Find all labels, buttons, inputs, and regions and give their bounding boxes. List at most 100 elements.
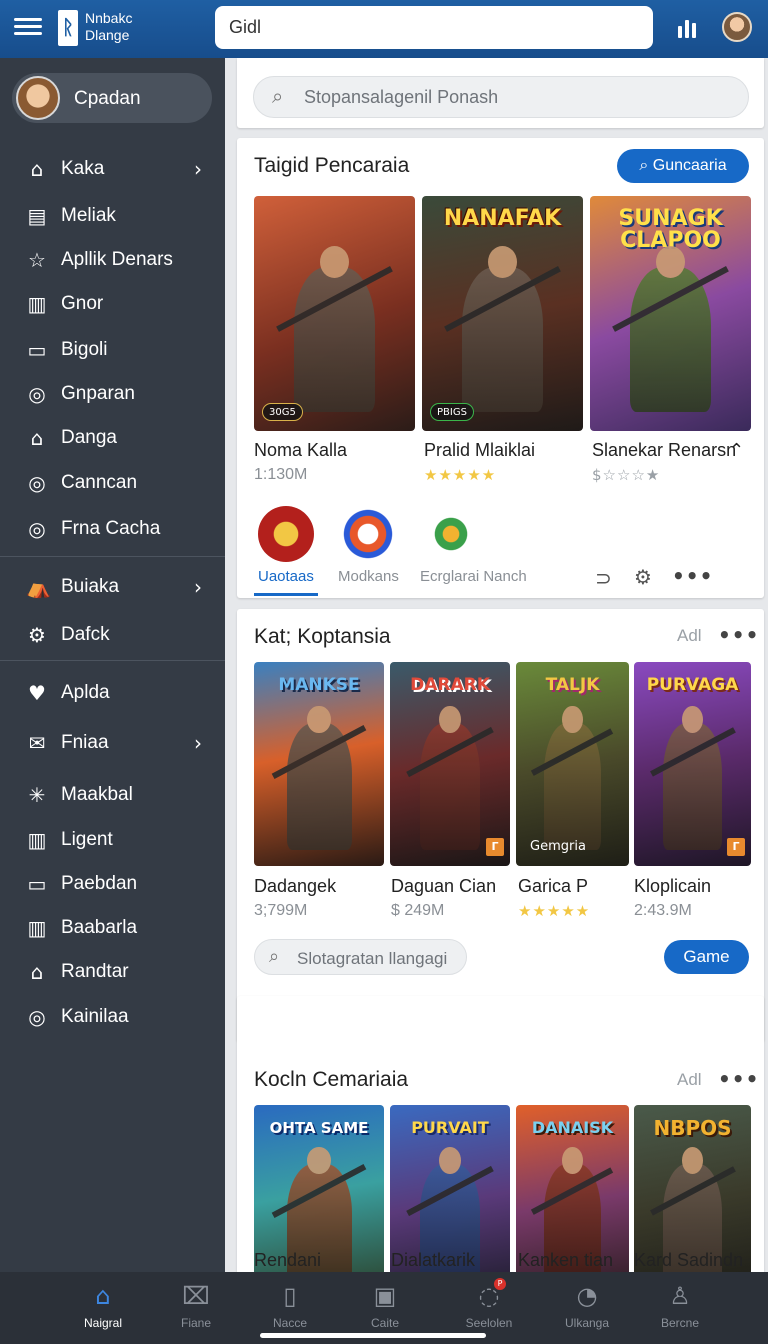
star-icon: ☆ <box>28 248 46 272</box>
brand-name: Nnbakc Dlange <box>85 10 132 44</box>
game-tile[interactable]: PURVAIT <box>390 1105 510 1272</box>
sidebar-item-kainilaa[interactable]: ◎ Kainilaa <box>0 997 225 1037</box>
game-tile[interactable]: DANAISK <box>516 1105 629 1272</box>
game-name[interactable]: Rendani <box>254 1250 321 1271</box>
game-tile[interactable]: NBPOS <box>634 1105 751 1272</box>
game-tile[interactable]: SUNAGK CLAPOO <box>590 196 751 431</box>
gear-icon[interactable]: ⚙ <box>634 565 652 589</box>
menu-icon[interactable] <box>14 14 42 38</box>
character-figure <box>420 705 480 850</box>
tab-ecrglarai-nanch[interactable]: Ecrglarai Nanch <box>420 568 527 585</box>
sidebar-item-gnparan[interactable]: ◎ Gnparan <box>0 374 225 414</box>
category-icon[interactable] <box>423 506 479 562</box>
chart-icon: ▥ <box>27 292 47 316</box>
game-name[interactable]: Kard Sadindn <box>634 1250 743 1271</box>
cast-icon[interactable]: ⊃ <box>595 566 612 590</box>
sidebar-item-label: Frna Cacha <box>61 518 161 539</box>
profile-pill[interactable]: Cpadan <box>12 73 212 123</box>
sidebar-item-kaka[interactable]: ⌂ Kaka › <box>0 149 225 189</box>
stats-icon[interactable] <box>678 20 700 38</box>
brand-line-2: Dlange <box>85 27 130 43</box>
nav-naigral[interactable]: ⌂ Naigral <box>55 1280 151 1340</box>
game-title-art: NBPOS <box>653 1116 732 1140</box>
search-placeholder: Stopansalagenil Ponash <box>304 87 499 107</box>
game-tile[interactable]: TALJK Gemgria <box>516 662 629 866</box>
sidebar-item-dafck[interactable]: ⚙ Dafck <box>0 615 225 655</box>
game-name[interactable]: Kloplicain <box>634 876 711 897</box>
tab-uaotaas[interactable]: Uaotaas <box>258 568 314 585</box>
sidebar-item-label: Dafck <box>61 624 110 645</box>
monitor-icon: ▭ <box>27 338 47 362</box>
sidebar-item-randtar[interactable]: ⌂ Randtar <box>0 952 225 992</box>
sidebar-item-canncan[interactable]: ◎ Canncan <box>0 463 225 503</box>
sidebar-item-buiaka[interactable]: ⛺ Buiaka › <box>0 567 225 607</box>
sidebar-item-gnor[interactable]: ▥ Gnor <box>0 284 225 324</box>
chevron-up-icon[interactable]: ⌃ <box>729 440 744 461</box>
section-recommended-body: Kocln Cemariaia Adl ••• OHTA SAME PURVAI… <box>237 1054 764 1272</box>
game-tile[interactable]: NANAFAK PBIGS <box>422 196 583 431</box>
game-tile[interactable]: PURVAGA Г <box>634 662 751 866</box>
see-all-link[interactable]: Adl <box>677 626 702 646</box>
sidebar-item-ligent[interactable]: ▥ Ligent <box>0 820 225 860</box>
sidebar-item-apllik-denars[interactable]: ☆ Apllik Denars <box>0 240 225 280</box>
category-icon[interactable] <box>340 506 396 562</box>
content-search-input[interactable]: ⌕ Stopansalagenil Ponash <box>253 76 749 118</box>
game-name[interactable]: Pralid Mlaiklai <box>424 440 535 461</box>
avatar[interactable] <box>722 12 752 42</box>
nav-fiane[interactable]: ⌧ Fiane <box>148 1280 244 1340</box>
sidebar-item-maakbal[interactable]: ✳ Maakbal <box>0 775 225 815</box>
sidebar-item-frna-cacha[interactable]: ◎ Frna Cacha <box>0 509 225 549</box>
nav-nacce[interactable]: ▯ Nacce <box>242 1280 338 1340</box>
nav-bercne[interactable]: ♙ Bercne <box>632 1280 728 1340</box>
game-title-art: DANAISK <box>531 1118 614 1137</box>
see-all-link[interactable]: Adl <box>677 1070 702 1090</box>
sidebar-item-label: Gnparan <box>61 383 135 404</box>
sidebar-item-paebdan[interactable]: ▭ Paebdan <box>0 864 225 904</box>
game-name[interactable]: Slanekar Renarsn <box>592 440 736 461</box>
game-button[interactable]: Game <box>664 940 749 974</box>
sidebar-item-meliak[interactable]: ▤ Meliak <box>0 196 225 236</box>
game-tile[interactable]: DARARK Г <box>390 662 510 866</box>
section-featured: Taigid Pencaraia ⌕ Guncaaria 30G5 NANAFA… <box>237 138 764 598</box>
sidebar-item-aplda[interactable]: ♥ Aplda <box>0 673 225 713</box>
game-name[interactable]: Garica P <box>518 876 588 897</box>
sidebar-item-danga[interactable]: ⌂ Danga <box>0 418 225 458</box>
game-badge: PBIGS <box>430 403 474 421</box>
game-name[interactable]: Dialatkarik <box>391 1250 475 1271</box>
divider <box>0 556 225 557</box>
category-icon[interactable] <box>258 506 314 562</box>
house-icon: ⌂ <box>30 426 44 450</box>
compass-icon: ◎ <box>28 517 46 541</box>
sidebar-item-bigoli[interactable]: ▭ Bigoli <box>0 330 225 370</box>
button-label: Guncaaria <box>652 157 727 174</box>
sidebar-item-baabarla[interactable]: ▥ Baabarla <box>0 908 225 948</box>
search-input[interactable]: Gidl <box>215 6 653 49</box>
notification-badge: P <box>494 1278 506 1290</box>
nav-label: Ulkanga <box>564 1316 610 1330</box>
sidebar-item-fniaa[interactable]: ✉ Fniaa › <box>0 723 225 763</box>
nav-seelolen[interactable]: ◌ Seelolen <box>441 1280 537 1340</box>
more-options-icon[interactable]: ••• <box>718 1067 759 1091</box>
game-tile[interactable]: OHTA SAME <box>254 1105 384 1272</box>
game-tile[interactable]: MANKSE <box>254 662 384 866</box>
game-tile[interactable]: 30G5 <box>254 196 415 431</box>
tab-active-indicator <box>254 593 318 596</box>
tab-modkans[interactable]: Modkans <box>338 568 399 585</box>
sidebar-item-label: Maakbal <box>61 784 133 805</box>
support-icon: ◔ <box>576 1282 598 1310</box>
nav-ulkanga[interactable]: ◔ Ulkanga <box>539 1280 635 1340</box>
game-name[interactable]: Kanken tian <box>518 1250 613 1271</box>
section-action-button[interactable]: ⌕ Guncaaria <box>617 149 749 183</box>
more-options-icon[interactable]: ••• <box>718 623 759 647</box>
section-search-input[interactable]: ⌕ Slotagratan llangagi <box>254 939 467 975</box>
nav-label: Fiane <box>180 1316 212 1330</box>
game-name[interactable]: Noma Kalla <box>254 440 347 461</box>
game-name[interactable]: Daguan Cian <box>391 876 496 897</box>
sidebar-item-label: Kaka <box>61 158 105 179</box>
nav-caite[interactable]: ▣ Caite <box>337 1280 433 1340</box>
more-options-icon[interactable]: ••• <box>672 564 713 588</box>
search-icon: ⌕ <box>272 84 284 108</box>
game-name[interactable]: Dadangek <box>254 876 336 897</box>
section-title: Kocln Cemariaia <box>254 1068 409 1091</box>
nav-label: Seelolen <box>465 1316 513 1330</box>
